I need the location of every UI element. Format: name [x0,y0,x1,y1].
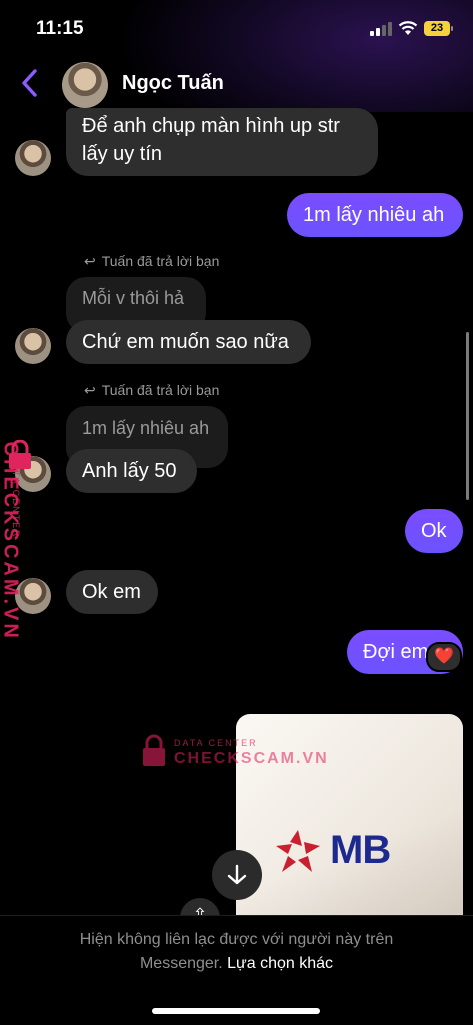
outgoing-message[interactable]: Ok [405,509,463,553]
reply-arrow-icon: ↩ [84,382,96,398]
message-text: Anh lấy 50 [82,460,177,482]
contact-avatar[interactable] [62,62,108,108]
message-text: Để anh chụp màn hình up str [82,115,340,137]
scrollbar[interactable] [466,332,469,500]
photo-brand-text: MB [330,828,391,872]
status-bar: 11:15 23 [0,0,473,56]
lock-watermark-icon [143,734,165,766]
message-text: Chứ em muốn sao nữa [82,331,289,353]
message-text: 1m lấy nhiêu ah [303,204,445,226]
incoming-message[interactable]: Chứ em muốn sao nữa [66,320,311,364]
reply-indicator: ↩ Tuấn đã trả lời bạn [84,253,220,269]
outgoing-message[interactable]: 1m lấy nhiêu ah [287,193,463,237]
arrow-down-icon [227,864,247,885]
incoming-message[interactable]: Để anh chụp màn hình up str lấy uy tín [66,108,378,176]
notice-text: Hiện không liên lạc được với người này t… [79,931,394,948]
wifi-icon [398,21,418,35]
mb-logo-icon [276,830,320,872]
battery-icon: 23 [424,21,453,36]
reply-arrow-icon: ↩ [84,253,96,269]
cellular-signal-icon [370,22,394,36]
incoming-message[interactable]: Ok em [66,570,158,614]
home-indicator[interactable] [152,1008,320,1014]
watermark-brand: CHECKSCAM.VN [174,750,329,767]
quoted-text: Mỗi v thôi hả [82,288,185,308]
reply-indicator: ↩ Tuấn đã trả lời bạn [84,382,220,398]
message-text: Ok em [82,581,141,603]
status-time: 11:15 [36,18,84,39]
other-options-link[interactable]: Lựa chọn khác [227,955,333,972]
quoted-text: 1m lấy nhiêu ah [82,418,210,438]
message-text: Ok [421,520,447,542]
contact-name[interactable]: Ngọc Tuấn [122,72,224,95]
chat-header: Ngọc Tuấn [0,56,473,112]
avatar[interactable] [15,140,51,176]
scroll-down-button[interactable] [212,850,262,900]
incoming-message[interactable]: Anh lấy 50 [66,449,197,493]
message-text: lấy uy tín [82,143,163,165]
notice-text: Messenger. [139,955,223,972]
heart-reaction-icon[interactable]: ❤️ [426,642,462,672]
watermark-tagline: DATA CENTER [11,455,21,539]
avatar[interactable] [15,328,51,364]
back-chevron-icon[interactable] [20,68,44,98]
watermark-tagline: DATA CENTER [174,738,258,748]
